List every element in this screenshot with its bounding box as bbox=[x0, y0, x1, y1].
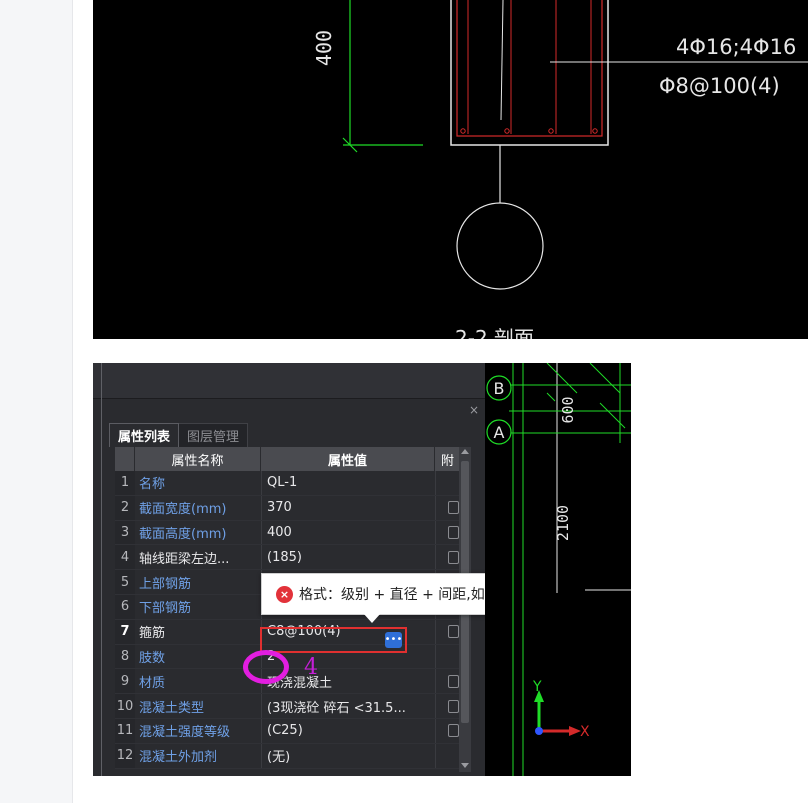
attach-checkbox[interactable] bbox=[448, 625, 459, 639]
table-row[interactable]: 2 截面宽度(mm) 370 bbox=[115, 495, 471, 521]
property-name: 名称 bbox=[139, 477, 166, 493]
hatch-2 bbox=[589, 363, 621, 394]
row-number: 8 bbox=[115, 644, 135, 669]
table-row[interactable]: 12 混凝土外加剂 (无) bbox=[115, 743, 471, 769]
panel-toolbar bbox=[93, 363, 485, 399]
header-name[interactable]: 属性名称 bbox=[135, 447, 261, 471]
property-value[interactable]: (无) bbox=[261, 743, 435, 768]
property-name: 混凝土类型 bbox=[139, 700, 205, 716]
annotation-number: 4 bbox=[304, 655, 318, 680]
header-value[interactable]: 属性值 bbox=[261, 447, 435, 471]
property-value[interactable]: (185) bbox=[261, 545, 435, 570]
row-number: 10 bbox=[115, 694, 135, 718]
table-row[interactable]: 3 截面高度(mm) 400 bbox=[115, 520, 471, 546]
row-number: 4 bbox=[115, 545, 135, 570]
property-value[interactable]: 370 bbox=[261, 495, 435, 520]
stirrup-value-editor[interactable]: ••• bbox=[260, 627, 407, 653]
table-row[interactable]: 1 名称 QL-1 bbox=[115, 471, 471, 496]
dim-600-label: 600 bbox=[559, 396, 577, 423]
cad-section-svg: 400 4Φ16;4Φ16 Φ8@100(4) 2-2 剖面 bbox=[312, 0, 808, 339]
property-name: 箍筋 bbox=[139, 626, 166, 642]
row-number: 5 bbox=[115, 570, 135, 594]
beam-outline bbox=[450, 0, 609, 146]
close-icon[interactable]: × bbox=[469, 403, 479, 417]
property-value[interactable]: QL-1 bbox=[261, 471, 435, 495]
property-value[interactable]: 400 bbox=[261, 520, 435, 545]
row-number: 9 bbox=[115, 669, 135, 694]
dim-2100-label: 2100 bbox=[554, 505, 572, 541]
tab-property-list[interactable]: 属性列表 bbox=[109, 423, 180, 447]
cad-plan-svg: B A 600 2100 Y X bbox=[486, 363, 631, 776]
cad-plan-view: B A 600 2100 Y X bbox=[485, 363, 631, 776]
rebar-main-label: 4Φ16;4Φ16 bbox=[676, 35, 796, 59]
property-name: 材质 bbox=[139, 675, 166, 691]
scroll-down-icon[interactable] bbox=[461, 763, 469, 768]
row-number: 11 bbox=[115, 718, 135, 743]
software-screenshot: × 属性列表 图层管理 属性名称 属性值 附 1 名称 QL-1 2 截面宽度(mm) 3… bbox=[93, 363, 631, 776]
attach-checkbox[interactable] bbox=[448, 550, 459, 564]
row-number: 2 bbox=[115, 495, 135, 520]
row-number: 1 bbox=[115, 471, 135, 495]
dim-400-label: 400 bbox=[312, 30, 336, 66]
rebar-stirrup-label: Φ8@100(4) bbox=[659, 74, 780, 98]
ucs-origin bbox=[535, 727, 543, 735]
attach-checkbox[interactable] bbox=[448, 699, 459, 713]
property-name: 混凝土强度等级 bbox=[139, 725, 231, 741]
property-name: 上部钢筋 bbox=[139, 576, 192, 592]
annotation-ring bbox=[243, 650, 289, 684]
cad-section-drawing: 400 4Φ16;4Φ16 Φ8@100(4) 2-2 剖面 bbox=[93, 0, 808, 339]
property-value[interactable]: (C25) bbox=[261, 718, 435, 743]
attach-checkbox[interactable] bbox=[448, 525, 459, 539]
property-name: 混凝土外加剂 bbox=[139, 750, 218, 766]
tab-layer-management[interactable]: 图层管理 bbox=[179, 423, 249, 447]
axis-a-label: A bbox=[494, 423, 505, 442]
tooltip-tail bbox=[363, 613, 381, 623]
ucs-x-label: X bbox=[580, 724, 590, 740]
stirrup bbox=[456, 0, 603, 137]
property-name: 截面宽度(mm) bbox=[139, 502, 227, 518]
row-number: 3 bbox=[115, 520, 135, 545]
property-value[interactable]: (3现浇砼 碎石 <31.5... bbox=[261, 694, 435, 718]
row-number: 12 bbox=[115, 743, 135, 768]
hatch-1 bbox=[546, 363, 578, 394]
grid-header: 属性名称 属性值 附 bbox=[115, 447, 471, 471]
rebar-dot-3 bbox=[548, 128, 554, 134]
attach-checkbox[interactable] bbox=[448, 674, 459, 688]
row-number: 6 bbox=[115, 594, 135, 619]
error-icon: × bbox=[276, 585, 293, 603]
rebar-dot-1 bbox=[460, 128, 466, 134]
property-name: 轴线距梁左边... bbox=[139, 551, 230, 567]
table-row[interactable]: 11 混凝土强度等级 (C25) bbox=[115, 718, 471, 744]
attach-checkbox[interactable] bbox=[448, 501, 459, 515]
hatch-3 bbox=[599, 402, 626, 429]
table-row[interactable]: 4 轴线距梁左边... (185) bbox=[115, 545, 471, 571]
rebar-dot-2 bbox=[504, 128, 510, 134]
table-row[interactable]: 9 材质 现浇混凝土 bbox=[115, 669, 471, 695]
ucs-y-label: Y bbox=[532, 679, 542, 695]
row-number: 7 bbox=[115, 619, 135, 644]
property-name: 下部钢筋 bbox=[139, 601, 192, 617]
leader-line bbox=[500, 0, 504, 121]
grid-rows: 1 名称 QL-1 2 截面宽度(mm) 370 3 截面高度(mm) 400 4 轴线距梁左边..… bbox=[115, 471, 471, 769]
axis-b-label: B bbox=[494, 379, 505, 398]
left-rail bbox=[0, 0, 73, 803]
table-row[interactable]: 10 混凝土类型 (3现浇砼 碎石 <31.5... bbox=[115, 694, 471, 719]
property-name: 截面高度(mm) bbox=[139, 526, 227, 542]
header-num bbox=[115, 447, 135, 471]
ellipsis-icon[interactable]: ••• bbox=[385, 632, 402, 648]
attach-checkbox[interactable] bbox=[448, 724, 459, 738]
scroll-up-icon[interactable] bbox=[461, 449, 469, 454]
panel-edge bbox=[101, 363, 102, 776]
section-title: 2-2 剖面 bbox=[455, 326, 534, 339]
property-panel: × 属性列表 图层管理 属性名称 属性值 附 1 名称 QL-1 2 截面宽度(mm) 3… bbox=[93, 363, 602, 776]
rebar-dot-4 bbox=[592, 128, 598, 134]
hatch-4 bbox=[546, 392, 556, 402]
axis-bubble bbox=[456, 202, 544, 290]
panel-tabs: 属性列表 图层管理 bbox=[109, 423, 249, 447]
